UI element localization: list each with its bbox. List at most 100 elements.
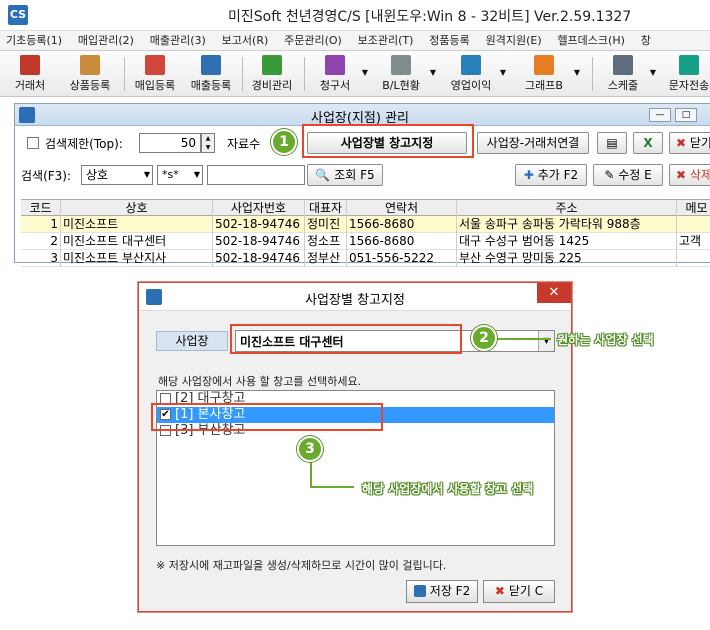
business-site-select[interactable]: 미진소프트 대구센터 ▼	[235, 330, 555, 352]
warehouse-checkbox[interactable]	[160, 425, 171, 436]
table-row[interactable]: 2 미진소프트 대구센터 502-18-94746 정소프 1566-8680 …	[21, 233, 710, 250]
toolbar-bl-button[interactable]: B/L현황 ▼	[376, 54, 436, 94]
search-row: 검색(F3): 상호 ▼ *s* ▼ 🔍 조회 F5 ✚ 추가 F2 ✎ 수정 …	[15, 162, 710, 188]
edit-icon: ✎	[604, 168, 615, 182]
search-limit-input[interactable]: 50	[139, 133, 201, 153]
menu-helpdesk[interactable]: 헬프데스크(H)	[551, 31, 630, 50]
callout-2: 2	[471, 325, 497, 351]
maximize-icon[interactable]: □	[675, 108, 697, 122]
warehouse-item-busan[interactable]: [3] 부산창고	[157, 423, 554, 439]
search-input[interactable]	[207, 165, 305, 185]
close-window-button[interactable]: ✖ 닫기	[669, 132, 710, 154]
record-count-label: 자료수	[227, 137, 261, 151]
toolbar-separator	[304, 57, 305, 91]
grid-header-bizno[interactable]: 사업자번호	[213, 200, 305, 217]
dialog-title: 사업장별 창고지정	[305, 293, 405, 308]
search-limit-checkbox[interactable]	[27, 137, 39, 149]
grid-header-code[interactable]: 코드	[21, 200, 61, 217]
chevron-down-icon[interactable]: ▼	[500, 68, 506, 77]
search-operator-select[interactable]: *s* ▼	[157, 165, 203, 185]
excel-icon: X	[643, 136, 653, 150]
business-site-value: 미진소프트 대구센터	[240, 335, 344, 349]
toolbar-expense-button[interactable]: 경비관리	[246, 54, 298, 94]
save-warning-note: ※ 저장시에 재고파일을 생성/삭제하므로 시간이 많이 걸립니다.	[156, 559, 447, 572]
callout-3-text: 해당 사업장에서 사용할 창고 선택	[362, 482, 534, 496]
plus-icon: ✚	[523, 168, 534, 182]
chevron-down-icon[interactable]: ▼	[430, 68, 436, 77]
toolbar-customer-button[interactable]: 거래처	[8, 54, 52, 94]
dialog-close-button[interactable]: ✖ 닫기 C	[483, 580, 555, 603]
grid-header-memo[interactable]: 메모	[677, 200, 710, 217]
menu-purchase[interactable]: 매입관리(2)	[72, 31, 140, 50]
box-icon	[80, 55, 100, 75]
toolbar-graph-button[interactable]: 그래프B ▼	[518, 54, 580, 94]
menu-reports[interactable]: 보고서(R)	[216, 31, 275, 50]
menu-remote-support[interactable]: 원격지원(E)	[480, 31, 548, 50]
search-icon: 🔍	[315, 168, 331, 182]
toolbar-sms-button[interactable]: 문자전송	[664, 54, 710, 94]
grid-header-phone[interactable]: 연락처	[347, 200, 457, 217]
bar-chart-icon	[534, 55, 554, 75]
toolbar-product-button[interactable]: 상품등록	[62, 54, 118, 94]
warehouse-assign-button[interactable]: 사업장별 창고지정	[307, 132, 467, 154]
trash-icon: ✖	[676, 168, 687, 182]
minimize-icon[interactable]: —	[649, 108, 671, 122]
toolbar-schedule-button[interactable]: 스케줄 ▼	[600, 54, 656, 94]
printer-icon: ▤	[606, 136, 618, 150]
callout-3: 3	[297, 436, 323, 462]
table-row[interactable]: 3 미진소프트 부산지사 502-18-94746 정부산 051-556-52…	[21, 250, 710, 267]
chevron-down-icon[interactable]: ▼	[538, 331, 554, 351]
business-site-label: 사업장	[156, 331, 228, 351]
warehouse-checkbox[interactable]: ✔	[160, 409, 171, 420]
warehouse-list: [2] 대구창고 ✔ [1] 본사창고 [3] 부산창고	[156, 390, 555, 546]
business-site-window-titlebar: 사업장(지점) 관리 — □	[15, 104, 710, 126]
callout-2-text: 원하는 사업장 선택	[557, 333, 654, 347]
menu-license[interactable]: 정품등록	[423, 31, 475, 50]
child-toolbar-row: 검색제한(Top): 50 ▲ ▼ 자료수 사업장별 창고지정 사업장-거래처연결…	[15, 128, 710, 158]
table-row[interactable]: 1 미진소프트 502-18-94746 정미진 1566-8680 서울 송파…	[21, 216, 710, 233]
chevron-down-icon: ▼	[193, 170, 200, 179]
excel-button[interactable]: X	[633, 132, 663, 154]
grid-header-ceo[interactable]: 대표자	[305, 200, 347, 217]
toolbar-purchase-button[interactable]: 매입등록	[128, 54, 182, 94]
customer-icon	[20, 55, 40, 75]
chevron-down-icon[interactable]: ▼	[362, 68, 368, 77]
expense-icon	[262, 55, 282, 75]
menu-window[interactable]: 창	[635, 31, 657, 50]
chevron-down-icon[interactable]: ▼	[650, 68, 656, 77]
toolbar-invoice-button[interactable]: 청구서 ▼	[312, 54, 368, 94]
toolbar-sales-button[interactable]: 매출등록	[184, 54, 238, 94]
callout-1: 1	[271, 129, 297, 155]
menu-aux[interactable]: 보조관리(T)	[352, 31, 420, 50]
search-field-select[interactable]: 상호 ▼	[81, 165, 153, 185]
callout-3-line-vertical	[310, 458, 312, 488]
chevron-down-icon[interactable]: ▼	[574, 68, 580, 77]
search-button[interactable]: 🔍 조회 F5	[307, 164, 383, 186]
app-title: 미진Soft 천년경영C/S [내윈도우:Win 8 - 32비트] Ver.2…	[228, 9, 632, 25]
warehouse-assign-dialog: 사업장별 창고지정 ✕ 사업장 미진소프트 대구센터 ▼ 해당 사업장에서 사용…	[138, 282, 572, 612]
menu-sales[interactable]: 매출관리(3)	[144, 31, 212, 50]
warehouse-checkbox[interactable]	[160, 393, 171, 404]
menu-basic-registration[interactable]: 기초등록(1)	[0, 31, 68, 50]
site-client-link-button[interactable]: 사업장-거래처연결	[477, 132, 589, 154]
sales-icon	[201, 55, 221, 75]
business-site-window-title: 사업장(지점) 관리	[311, 111, 409, 126]
search-limit-label: 검색제한(Top):	[45, 137, 123, 151]
search-limit-spinner[interactable]: ▲ ▼	[201, 133, 215, 153]
add-button[interactable]: ✚ 추가 F2	[515, 164, 587, 186]
warehouse-item-daegu[interactable]: [2] 대구창고	[157, 391, 554, 407]
app-logo: CS	[8, 5, 28, 25]
menu-orders[interactable]: 주문관리(O)	[278, 31, 348, 50]
close-icon: ✖	[494, 584, 505, 598]
edit-button[interactable]: ✎ 수정 E	[593, 164, 663, 186]
warehouse-item-hq[interactable]: ✔ [1] 본사창고	[157, 407, 554, 423]
toolbar-profit-button[interactable]: 영업이익 ▼	[446, 54, 506, 94]
dialog-close-icon[interactable]: ✕	[537, 283, 571, 303]
delete-button[interactable]: ✖ 삭제	[669, 164, 710, 186]
grid-header-name[interactable]: 상호	[61, 200, 213, 217]
print-button[interactable]: ▤	[597, 132, 627, 154]
grid-header: 코드 상호 사업자번호 대표자 연락처 주소 메모	[21, 199, 710, 217]
save-button[interactable]: 저장 F2	[406, 580, 478, 603]
close-icon: ✖	[676, 136, 687, 150]
grid-header-address[interactable]: 주소	[457, 200, 677, 217]
